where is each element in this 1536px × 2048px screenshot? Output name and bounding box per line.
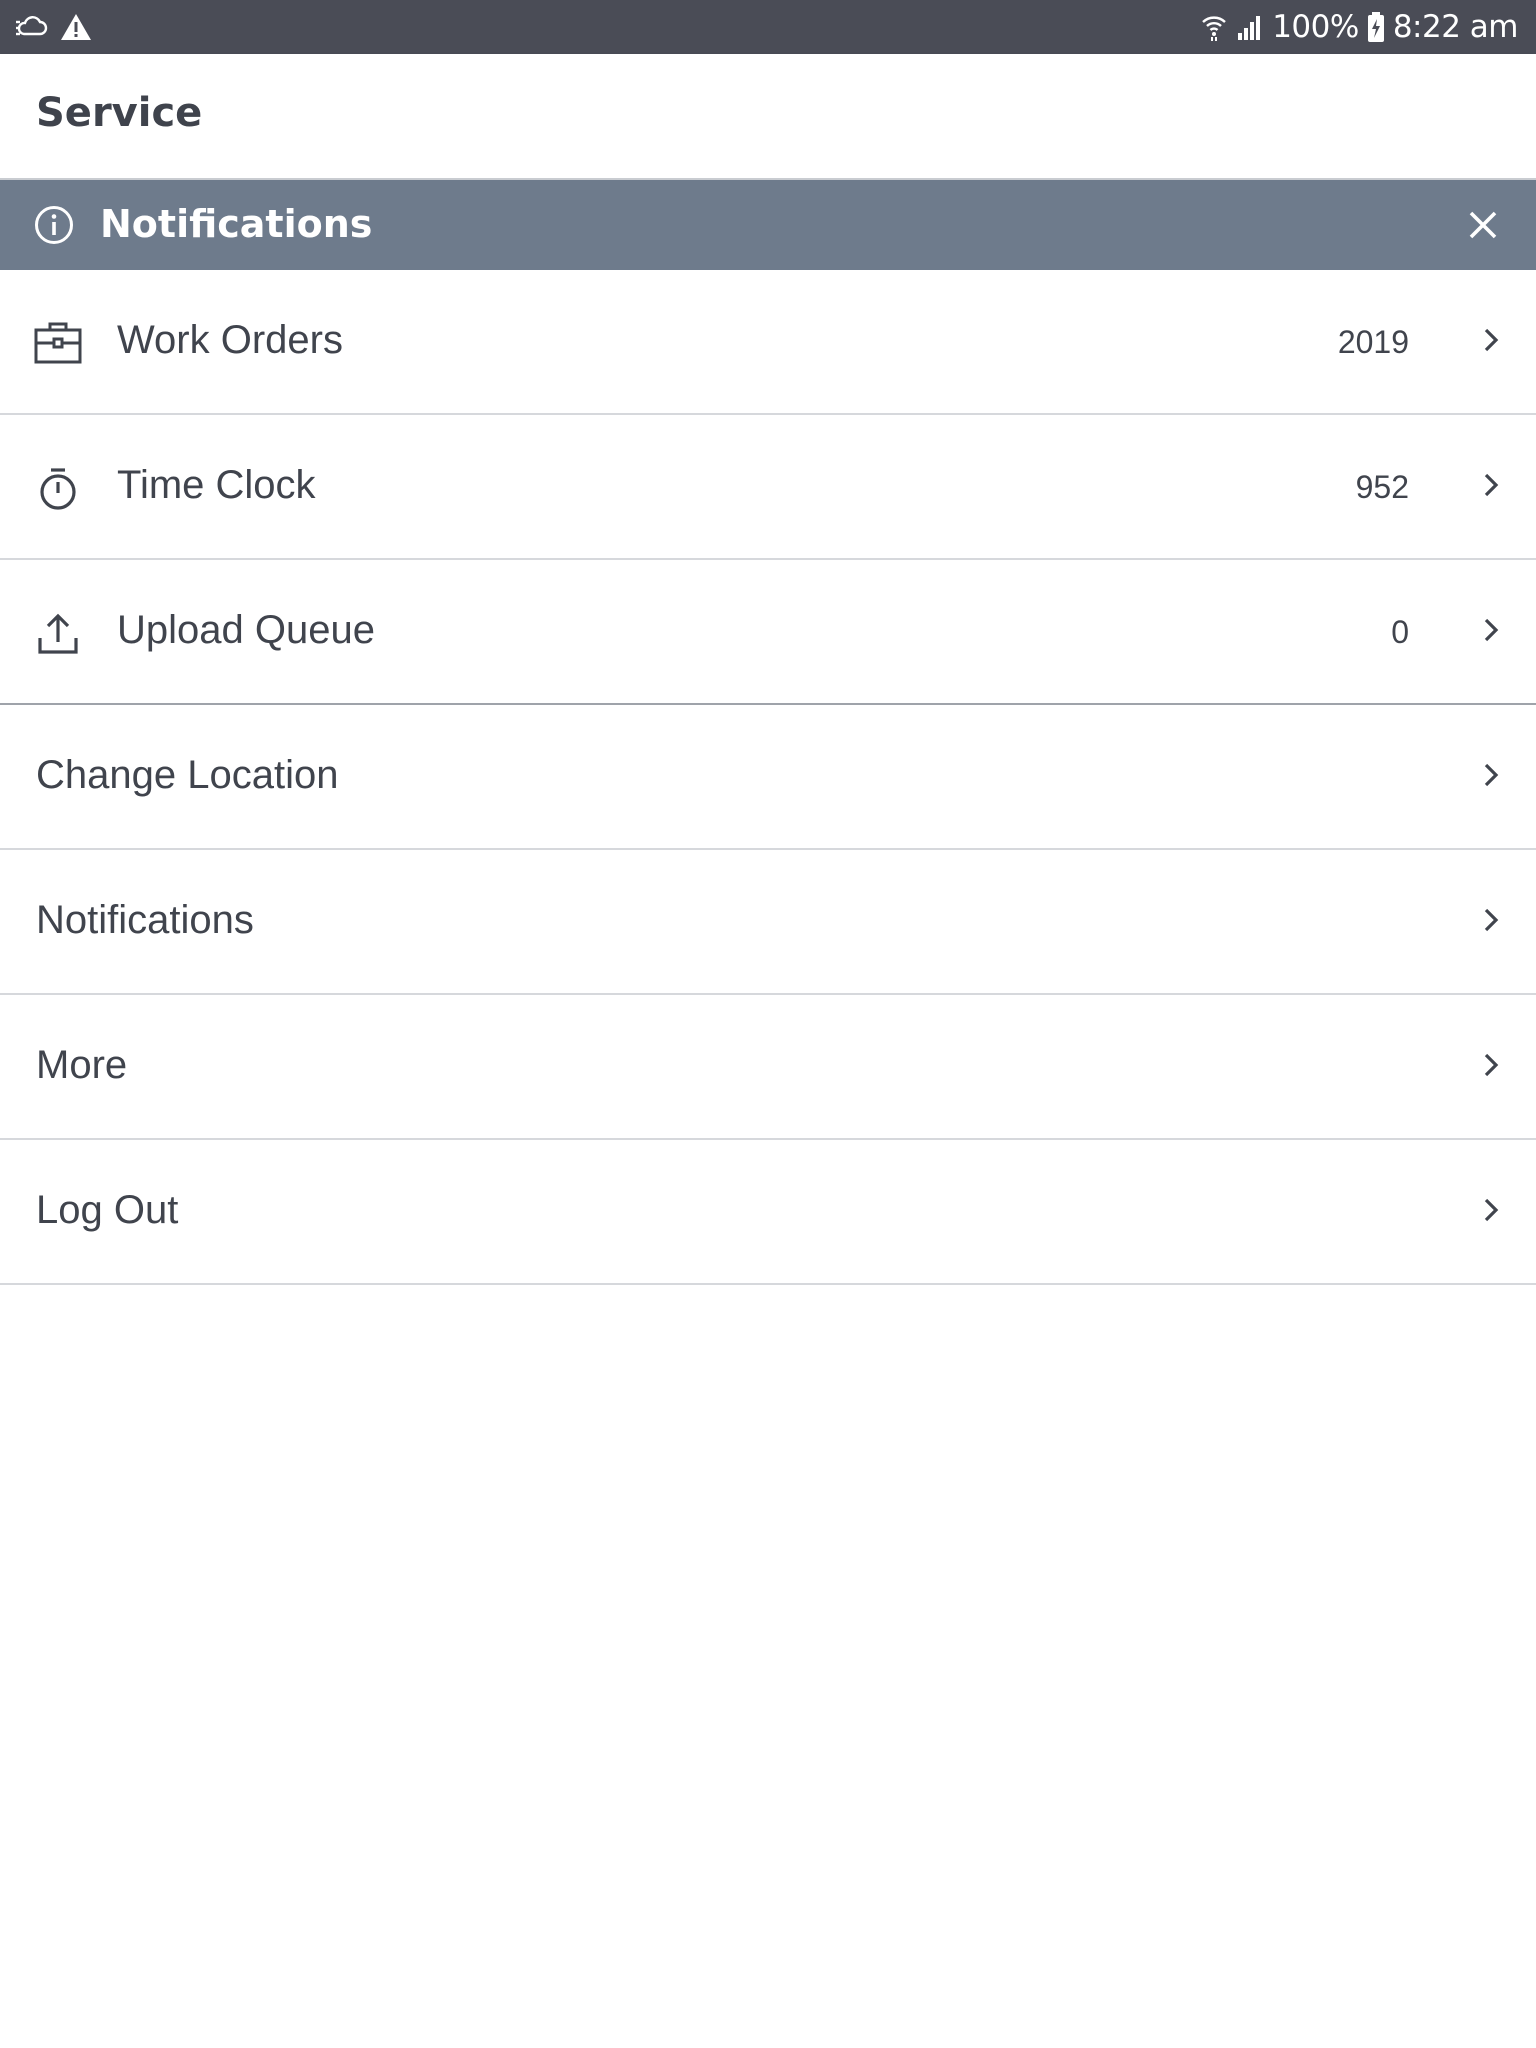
chevron-right-icon [1476, 905, 1506, 935]
wifi-icon [1200, 13, 1228, 41]
menu-item-label: Log Out [36, 1188, 179, 1232]
page-title: Service [36, 90, 203, 136]
notifications-banner[interactable]: Notifications [0, 180, 1536, 270]
battery-charging-icon [1367, 12, 1385, 42]
menu-item-label: More [36, 1043, 128, 1087]
menu-item-work-orders[interactable]: Work Orders 2019 [0, 270, 1536, 415]
chevron-right-icon [1476, 470, 1506, 500]
stopwatch-icon [34, 465, 82, 513]
count-badge: 2019 [1337, 324, 1409, 360]
close-icon[interactable] [1462, 204, 1504, 246]
briefcase-icon [34, 320, 82, 368]
chevron-right-icon [1476, 615, 1506, 645]
menu-item-label: Change Location [36, 753, 339, 797]
signal-icon [1236, 13, 1264, 41]
chevron-right-icon [1476, 1195, 1506, 1225]
warning-icon [60, 13, 92, 41]
sync-cloud-icon [14, 14, 48, 40]
count-badge: 0 [1391, 614, 1409, 650]
info-icon [34, 205, 74, 250]
banner-title: Notifications [100, 202, 373, 246]
menu-item-label: Work Orders [117, 318, 343, 362]
menu-item-upload-queue[interactable]: Upload Queue 0 [0, 560, 1536, 705]
upload-icon [34, 610, 82, 658]
chevron-right-icon [1476, 325, 1506, 355]
count-badge: 952 [1355, 469, 1409, 505]
menu-item-time-clock[interactable]: Time Clock 952 [0, 415, 1536, 560]
menu-item-notifications[interactable]: Notifications [0, 850, 1536, 995]
clock-time: 8:22 am [1392, 9, 1519, 45]
menu-list: Work Orders 2019 Time Clock 952 Upload Q… [0, 270, 1536, 1285]
battery-level: 100% [1272, 9, 1359, 45]
menu-item-change-location[interactable]: Change Location [0, 705, 1536, 850]
menu-item-label: Upload Queue [117, 608, 375, 652]
status-right-indicators: 100% 8:22 am [1200, 0, 1519, 54]
menu-item-more[interactable]: More [0, 995, 1536, 1140]
app-header: Service [0, 54, 1536, 180]
status-bar: 100% 8:22 am [0, 0, 1536, 54]
menu-item-label: Time Clock [117, 463, 316, 507]
status-left-icons [14, 0, 92, 54]
chevron-right-icon [1476, 1050, 1506, 1080]
menu-item-label: Notifications [36, 898, 254, 942]
chevron-right-icon [1476, 760, 1506, 790]
menu-item-log-out[interactable]: Log Out [0, 1140, 1536, 1285]
